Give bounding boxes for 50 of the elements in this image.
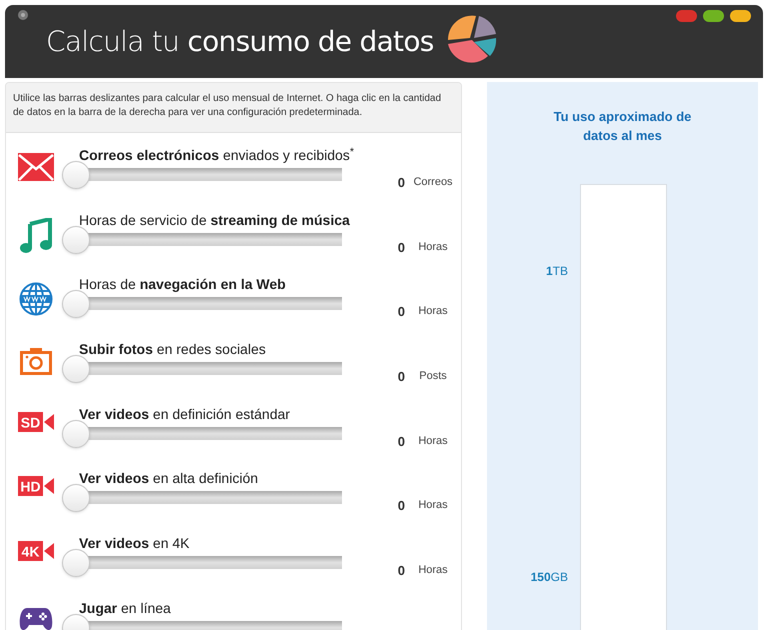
video-quality-label: SD: [20, 414, 40, 430]
globe-icon: [19, 282, 53, 316]
envelope-icon: [18, 153, 54, 181]
slider[interactable]: [61, 354, 342, 384]
activity-value: 0: [398, 238, 405, 257]
activity-unit: Horas: [417, 498, 449, 514]
slider[interactable]: [61, 483, 342, 514]
activity-label: Correos electrónicos enviados y recibidos$^{*}$: [79, 145, 354, 165]
activity-value: 0: [398, 368, 405, 386]
activity-label: Ver videos en alta definición: [79, 469, 258, 488]
slider-thumb[interactable]: [62, 355, 90, 384]
activity-value: 0: [398, 562, 405, 580]
video-quality-label: 4K: [22, 544, 40, 560]
pie-chart-icon: [446, 14, 498, 66]
scale-label[interactable]: 150GB: [530, 568, 568, 586]
activity-label: Subir fotos en redes sociales: [79, 340, 266, 360]
activity-value: 0: [398, 174, 405, 192]
activity-label: Ver videos en 4K: [79, 534, 190, 554]
activity-value: 0: [398, 432, 405, 451]
slider-thumb[interactable]: [62, 290, 90, 318]
settings-icon[interactable]: [18, 10, 28, 20]
activity-label: Jugar en línea: [79, 598, 171, 618]
slider-thumb[interactable]: [62, 226, 90, 254]
slider-thumb[interactable]: [62, 420, 90, 448]
slider-thumb[interactable]: [62, 549, 90, 578]
activity-unit: Posts: [418, 369, 448, 384]
camera-icon: [20, 347, 52, 376]
window-control[interactable]: [703, 10, 724, 22]
activity-value: 0: [398, 497, 405, 516]
activity-unit: Horas: [417, 304, 449, 320]
scale-label[interactable]: 1TB: [546, 262, 568, 280]
video-quality-label: HD: [20, 478, 41, 495]
activity-label: Ver videos en definición estándar: [79, 404, 290, 424]
activity-unit: Horas: [417, 240, 449, 255]
activity-value: 0: [398, 303, 405, 322]
activity-unit: Horas: [417, 563, 449, 578]
usage-bar[interactable]: [580, 184, 667, 630]
app-title: Calcula tu consumo de datos: [46, 24, 434, 60]
slider-thumb[interactable]: [62, 161, 90, 189]
slider[interactable]: [61, 418, 342, 449]
window-control[interactable]: [730, 10, 751, 22]
slider-thumb[interactable]: [62, 484, 90, 512]
usage-title: Tu uso aproximado de datos al mes: [552, 108, 692, 145]
intro-text: Utilice las barras deslizantes para calcular el uso mensual de Internet. O haga clic en la cantidad de datos en la barra de la derecha para ver una configuración predeterminada.: [13, 92, 442, 120]
activity-unit: Horas: [417, 434, 449, 449]
activity-label: Horas de navegación en la Web: [79, 275, 286, 294]
slider[interactable]: [61, 548, 342, 578]
activity-label: Horas de servicio de streaming de música: [79, 210, 350, 230]
activity-unit: Correos: [412, 175, 454, 190]
music-note-icon: [19, 218, 53, 254]
